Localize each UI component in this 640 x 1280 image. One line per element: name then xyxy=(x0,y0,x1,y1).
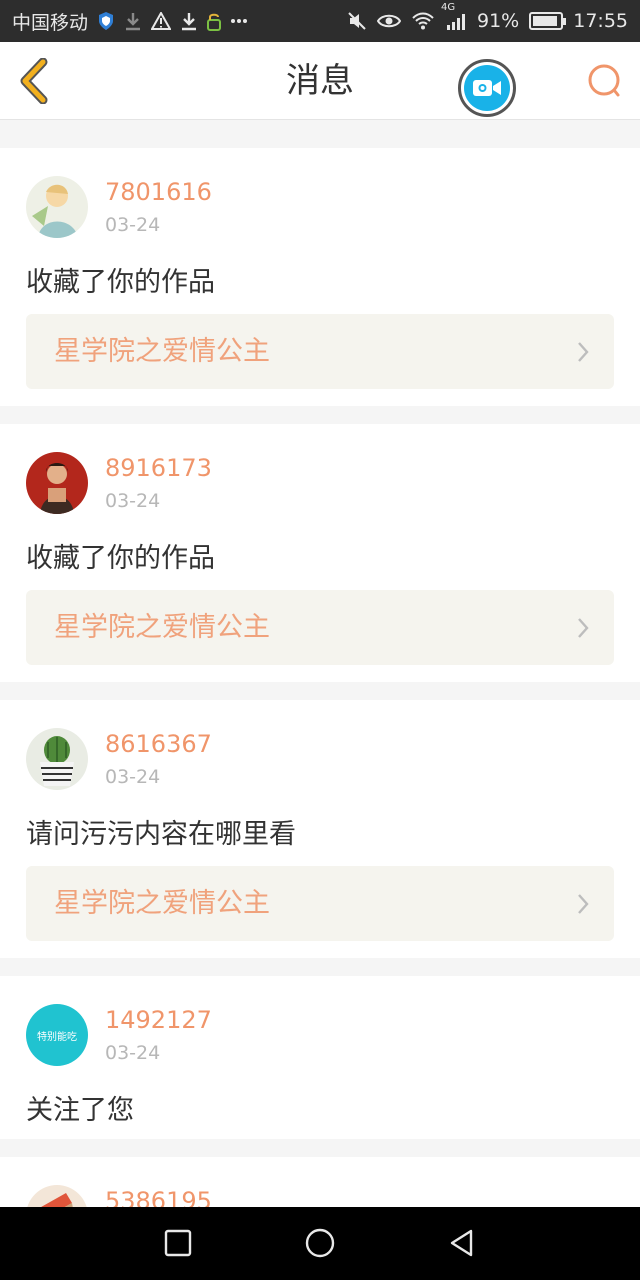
recent-apps-icon xyxy=(164,1229,192,1257)
message-date: 03-24 xyxy=(105,214,161,236)
navigation-bar xyxy=(0,1207,640,1280)
battery-icon xyxy=(529,12,567,30)
wifi-icon xyxy=(411,12,435,30)
home-button[interactable] xyxy=(302,1225,338,1261)
mute-icon xyxy=(347,11,367,31)
search-button[interactable] xyxy=(584,62,624,102)
message-date: 03-24 xyxy=(105,490,161,512)
username[interactable]: 1492127 xyxy=(105,1006,212,1034)
work-title: 星学院之爱情公主 xyxy=(54,888,270,919)
work-link[interactable]: 星学院之爱情公主 xyxy=(26,314,614,389)
download-icon xyxy=(124,11,142,31)
message-text: 关注了您 xyxy=(26,1095,134,1126)
shield-icon xyxy=(97,11,115,31)
battery-percent: 91% xyxy=(477,10,520,32)
message-card[interactable]: 特别能吃 1492127 03-24 关注了您 xyxy=(0,976,640,1139)
avatar-image xyxy=(26,176,88,238)
avatar-text: 特别能吃 xyxy=(37,1031,77,1043)
more-icon xyxy=(230,18,248,24)
message-text: 收藏了你的作品 xyxy=(26,543,215,574)
avatar-image xyxy=(26,452,88,514)
username[interactable]: 8916173 xyxy=(105,454,212,482)
work-link[interactable]: 星学院之爱情公主 xyxy=(26,866,614,941)
message-card[interactable]: 8916173 03-24 收藏了你的作品 星学院之爱情公主 xyxy=(0,424,640,682)
search-icon xyxy=(588,64,620,97)
back-icon xyxy=(450,1229,473,1257)
message-text: 请问污污内容在哪里看 xyxy=(26,819,296,850)
avatar[interactable]: 特别能吃 xyxy=(26,1004,88,1066)
avatar[interactable] xyxy=(26,176,88,238)
eye-icon xyxy=(377,13,401,29)
username[interactable]: 7801616 xyxy=(105,178,212,206)
avatar[interactable] xyxy=(26,728,88,790)
home-icon xyxy=(305,1228,335,1258)
page-title: 消息 xyxy=(286,61,354,101)
chevron-right-icon xyxy=(578,618,589,638)
message-text: 收藏了你的作品 xyxy=(26,267,215,298)
network-type-label: 4G xyxy=(441,2,456,13)
signal-icon: 4G xyxy=(441,3,467,30)
message-date: 03-24 xyxy=(105,1042,161,1064)
username[interactable]: 8616367 xyxy=(105,730,212,758)
video-button[interactable] xyxy=(458,59,516,117)
message-date: 03-24 xyxy=(105,766,161,788)
avatar[interactable] xyxy=(26,452,88,514)
work-title: 星学院之爱情公主 xyxy=(54,336,270,367)
carrier-label: 中国移动 xyxy=(12,11,89,34)
status-bar: 中国移动 4G 91% 17:55 xyxy=(0,0,640,42)
header: 消息 xyxy=(0,42,640,120)
chevron-right-icon xyxy=(578,894,589,914)
lock-icon xyxy=(207,11,222,31)
video-camera-icon xyxy=(473,80,501,96)
chevron-left-icon xyxy=(20,58,48,104)
recent-apps-button[interactable] xyxy=(160,1225,196,1261)
work-link[interactable]: 星学院之爱情公主 xyxy=(26,590,614,665)
back-nav-button[interactable] xyxy=(444,1225,480,1261)
download-icon xyxy=(180,11,198,31)
warning-icon xyxy=(151,12,172,30)
work-title: 星学院之爱情公主 xyxy=(54,612,270,643)
back-button[interactable] xyxy=(14,56,54,106)
avatar-image xyxy=(26,728,88,790)
clock: 17:55 xyxy=(573,10,628,32)
message-card[interactable]: 8616367 03-24 请问污污内容在哪里看 星学院之爱情公主 xyxy=(0,700,640,958)
message-card[interactable]: 7801616 03-24 收藏了你的作品 星学院之爱情公主 xyxy=(0,148,640,406)
chevron-right-icon xyxy=(578,342,589,362)
